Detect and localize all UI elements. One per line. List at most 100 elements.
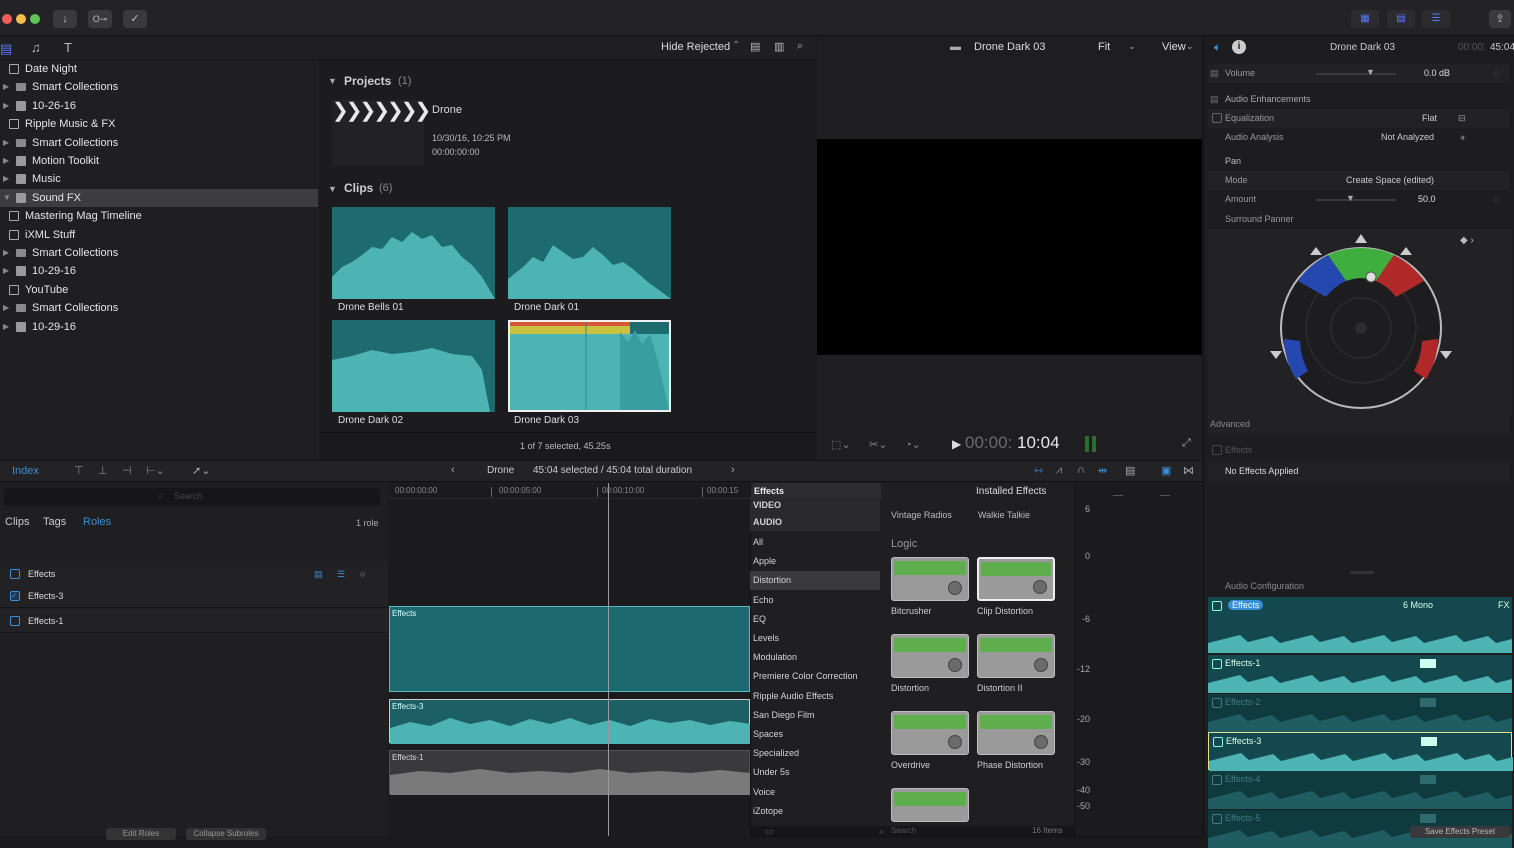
audio-config-parent[interactable]: Effects 6 Mono FX xyxy=(1208,597,1512,653)
config-checkbox[interactable] xyxy=(1212,698,1222,708)
smart-collections-item[interactable]: ▶ Smart Collections xyxy=(0,78,318,96)
view-menu[interactable]: View xyxy=(1162,41,1186,53)
smart-collections-item[interactable]: ▶ Smart Collections xyxy=(0,244,318,262)
select-tool-icon[interactable]: ➚⌄ xyxy=(192,464,210,477)
effects-section-header[interactable]: VIDEO xyxy=(750,497,880,514)
tab-clips[interactable]: Clips xyxy=(5,516,29,528)
amount-slider[interactable] xyxy=(1316,199,1396,201)
effects-category-item[interactable]: Specialized xyxy=(750,744,880,763)
show-browser-button[interactable]: ▦ xyxy=(1351,10,1379,28)
config-label[interactable]: Effects-3 xyxy=(1226,736,1261,746)
insert-clip-icon[interactable]: ⊥ xyxy=(98,464,108,477)
effect-name[interactable]: Vintage Radios xyxy=(891,510,952,520)
disclosure-triangle-icon[interactable]: ▶ xyxy=(3,170,9,188)
disclosure-triangle-icon[interactable]: ▶ xyxy=(3,262,9,280)
search-icon[interactable]: ⌕ xyxy=(797,40,803,53)
role-row[interactable]: ✓ Effects-3 xyxy=(0,584,388,608)
show-inspector-button[interactable]: ☰ xyxy=(1422,10,1450,28)
tab-tags[interactable]: Tags xyxy=(43,516,66,528)
config-label[interactable]: Effects xyxy=(1228,600,1264,610)
effect-thumbnail[interactable] xyxy=(891,788,969,822)
playhead[interactable] xyxy=(608,483,609,836)
background-tasks-button[interactable]: ✓ xyxy=(123,10,147,28)
effect-thumbnail[interactable] xyxy=(977,634,1055,678)
advanced-row[interactable]: Advanced xyxy=(1208,415,1510,434)
tools-icon[interactable]: ✂⌄ xyxy=(869,438,887,451)
config-checkbox-checked[interactable] xyxy=(1212,659,1222,669)
effect-thumbnail[interactable] xyxy=(891,634,969,678)
timeline-clip[interactable]: Effects-3 xyxy=(389,699,751,744)
smart-collections-item[interactable]: ▶ Smart Collections xyxy=(0,299,318,317)
effects-category-item[interactable]: Echo xyxy=(750,591,880,610)
amount-value[interactable]: 50.0 xyxy=(1418,190,1436,209)
surround-panner[interactable]: ◆ › xyxy=(1208,229,1512,415)
disclosure-triangle-icon[interactable]: ▶ xyxy=(3,97,9,115)
save-effects-preset-button[interactable]: Save Effects Preset xyxy=(1410,826,1510,838)
video-canvas[interactable] xyxy=(817,139,1202,355)
effects-category-item[interactable]: Premiere Color Correction xyxy=(750,667,880,686)
edit-roles-button[interactable]: Edit Roles xyxy=(106,828,176,840)
magic-wand-icon[interactable]: ⚹ xyxy=(1460,128,1465,147)
zoom-window-button[interactable] xyxy=(30,14,40,24)
installed-effects-menu[interactable]: Installed Effects xyxy=(976,486,1046,497)
show-hide-icon[interactable]: ○ xyxy=(360,562,365,586)
share-button[interactable]: ⇪ xyxy=(1489,10,1511,28)
channel-config-menu[interactable]: 6 Mono xyxy=(1403,600,1433,610)
effect-thumbnail[interactable] xyxy=(977,557,1055,601)
effect-thumbnail[interactable] xyxy=(977,711,1055,755)
library-item[interactable]: YouTube xyxy=(0,281,318,299)
effects-category-item[interactable]: Distortion xyxy=(750,571,880,591)
forward-arrow-icon[interactable]: › xyxy=(731,464,735,476)
event-item[interactable]: ▶ 10-29-16 xyxy=(0,318,318,336)
config-checkbox[interactable] xyxy=(1212,814,1222,824)
mode-menu[interactable]: Create Space (edited) xyxy=(1346,171,1434,190)
effects-section-header[interactable]: AUDIO xyxy=(750,514,880,531)
timeline-clip[interactable]: Effects xyxy=(389,606,750,692)
minimize-window-button[interactable] xyxy=(16,14,26,24)
slider-handle-icon[interactable]: ▼ xyxy=(1366,63,1375,82)
config-label[interactable]: Effects-4 xyxy=(1225,774,1260,784)
config-label[interactable]: Effects-1 xyxy=(1225,658,1260,668)
transform-icon[interactable]: ⬚⌄ xyxy=(831,438,851,451)
effects-category-item[interactable]: Modulation xyxy=(750,648,880,667)
event-item[interactable]: ▶ 10-26-16 xyxy=(0,97,318,115)
effect-thumbnail[interactable] xyxy=(891,557,969,601)
config-label[interactable]: Effects-2 xyxy=(1225,697,1260,707)
effects-category-item[interactable]: iZotope xyxy=(750,802,880,821)
clip-appearance-icon[interactable]: ▤ xyxy=(750,40,760,53)
effects-category-item[interactable]: EQ xyxy=(750,610,880,629)
effects-category-item[interactable]: Under 5s xyxy=(750,763,880,782)
project-name[interactable]: Drone xyxy=(432,104,462,116)
event-item[interactable]: ▶ Motion Toolkit xyxy=(0,152,318,170)
fx-icon[interactable]: FX xyxy=(1498,600,1510,610)
append-clip-icon[interactable]: ⊣ xyxy=(122,464,132,477)
keywords-button[interactable]: O⊸ xyxy=(88,10,112,28)
timeline-clip-disabled[interactable]: Effects-1 xyxy=(389,750,751,795)
effects-category-item[interactable]: Levels xyxy=(750,629,880,648)
disclosure-triangle-icon[interactable]: ▶ xyxy=(3,78,9,96)
sidebar-toggle-icon[interactable]: ▭ xyxy=(765,826,774,837)
clip-thumbnail[interactable] xyxy=(332,207,495,299)
keyframe-icon[interactable]: ◇ xyxy=(1493,64,1500,83)
snapping-icon[interactable]: ⇹ xyxy=(1098,464,1107,477)
index-button[interactable]: Index xyxy=(12,465,39,477)
audio-inspector-icon[interactable]: 🔈︎ xyxy=(1214,40,1221,55)
event-item[interactable]: ▶ Music xyxy=(0,170,318,188)
clip-thumbnail[interactable] xyxy=(508,207,671,299)
effects-checkbox[interactable] xyxy=(1212,445,1222,455)
timecode-display[interactable]: 10:04 xyxy=(1017,433,1060,453)
volume-value[interactable]: 0.0 dB xyxy=(1424,64,1450,83)
speed-icon[interactable]: ◔⌄ xyxy=(905,438,921,451)
effects-category-item[interactable]: Apple xyxy=(750,552,880,571)
collapse-subroles-button[interactable]: Collapse Subroles xyxy=(186,828,266,840)
smart-collections-item[interactable]: ▶ Smart Collections xyxy=(0,134,318,152)
project-thumbnail[interactable]: ❯❯❯❯❯❯❯ xyxy=(332,100,431,166)
disclosure-triangle-icon[interactable]: ▼ xyxy=(328,76,337,86)
volume-slider[interactable] xyxy=(1316,73,1396,75)
headphones-icon[interactable]: ∩ xyxy=(1077,464,1085,476)
library-item[interactable]: Date Night xyxy=(0,60,318,78)
show-timeline-button[interactable]: ▤ xyxy=(1387,10,1415,28)
config-checkbox-checked[interactable] xyxy=(1213,737,1223,747)
equalization-menu[interactable]: Flat xyxy=(1422,109,1437,128)
role-checkbox[interactable] xyxy=(10,616,20,626)
